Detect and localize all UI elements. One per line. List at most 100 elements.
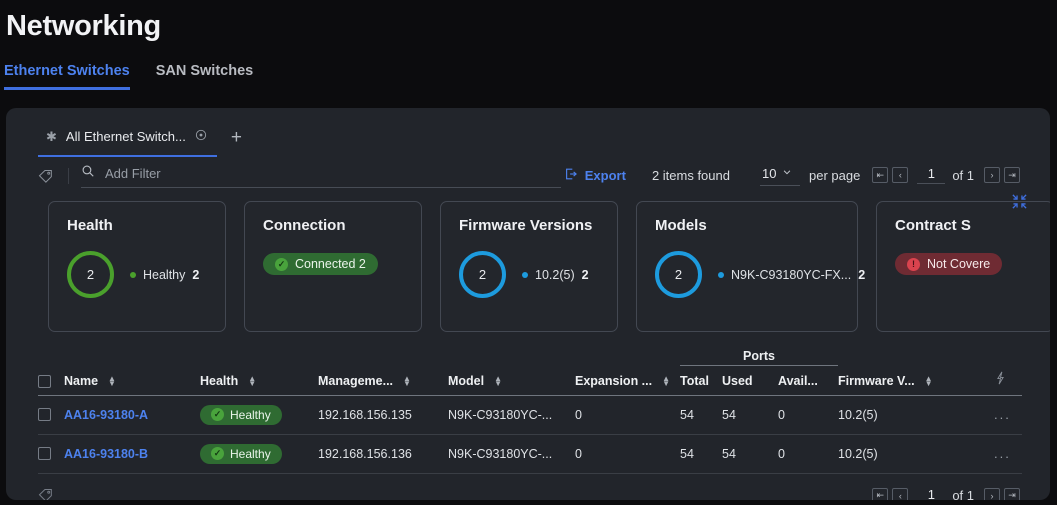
row-ports-avail-cell: 0 — [778, 434, 838, 473]
add-view-button[interactable]: + — [217, 131, 252, 153]
column-health[interactable]: Health ▲▼ — [200, 366, 318, 396]
last-page-button[interactable]: ⇥ — [1004, 488, 1020, 501]
prev-page-button[interactable]: ‹ — [892, 167, 908, 183]
card-connection-badge[interactable]: ✓ Connected 2 — [263, 253, 378, 275]
row-ports-total-cell: 54 — [680, 395, 722, 434]
page-number-input[interactable]: 1 — [917, 166, 945, 184]
select-all-header — [38, 366, 64, 396]
card-contract-badge[interactable]: ! Not Covere — [895, 253, 1002, 275]
row-name-cell: AA16-93180-A — [64, 395, 200, 434]
card-models-donut: 2 — [655, 251, 702, 298]
toolbar: Export 2 items found 10 per page ⇤ ‹ 1 o… — [6, 154, 1050, 188]
sort-icon[interactable]: ▲▼ — [494, 376, 502, 386]
card-contract-title: Contract S — [895, 217, 1050, 234]
column-model[interactable]: Model ▲▼ — [448, 366, 575, 396]
items-found-count: 2 items found — [652, 168, 730, 183]
per-page-select[interactable]: 10 — [760, 164, 800, 186]
row-ports-total-cell: 54 — [680, 434, 722, 473]
switch-name-link[interactable]: AA16-93180-A — [64, 408, 148, 422]
search-icon — [81, 164, 95, 183]
column-name[interactable]: Name ▲▼ — [64, 366, 200, 396]
card-contract-status[interactable]: Contract S ! Not Covere — [876, 201, 1050, 332]
card-models-legend-count: 2 — [858, 268, 865, 282]
page-total-label: of 1 — [952, 168, 974, 183]
tab-ethernet-switches[interactable]: Ethernet Switches — [4, 63, 130, 90]
row-ports-used-cell: 54 — [722, 434, 778, 473]
column-firmware-label: Firmware V... — [838, 374, 915, 388]
sort-icon[interactable]: ▲▼ — [108, 376, 116, 386]
search-field[interactable] — [81, 164, 561, 188]
table-header-row: Name ▲▼ Health ▲▼ Manageme... ▲▼ Model ▲… — [38, 366, 1022, 396]
sort-icon[interactable]: ▲▼ — [248, 376, 256, 386]
tab-san-switches[interactable]: SAN Switches — [156, 63, 254, 90]
chevron-down-icon — [782, 164, 792, 182]
column-management[interactable]: Manageme... ▲▼ — [318, 366, 448, 396]
card-models-legend-label: N9K-C93180YC-FX... — [731, 268, 851, 282]
row-actions-menu[interactable]: ... — [994, 446, 1011, 461]
table-body: AA16-93180-A ✓ Healthy 192.168.156.135 N… — [38, 395, 1022, 473]
switch-name-link[interactable]: AA16-93180-B — [64, 447, 148, 461]
row-ports-used-cell: 54 — [722, 395, 778, 434]
check-circle-icon: ✓ — [211, 447, 224, 460]
column-model-label: Model — [448, 374, 484, 388]
row-expansion-cell: 0 — [575, 434, 680, 473]
panel-footer: ⇤ ‹ 1 of 1 › ⇥ — [6, 474, 1050, 501]
column-ports-avail[interactable]: Avail... — [778, 366, 838, 396]
export-button[interactable]: Export — [564, 167, 626, 184]
last-page-button[interactable]: ⇥ — [1004, 167, 1020, 183]
row-name-cell: AA16-93180-B — [64, 434, 200, 473]
table-group-header-row: Ports — [38, 344, 1022, 366]
card-health-legend-count: 2 — [192, 268, 199, 282]
card-health-body: 2 Healthy 2 — [67, 251, 225, 298]
row-management-cell: 192.168.156.135 — [318, 395, 448, 434]
view-tab-bar: ✱ All Ethernet Switch... + — [6, 108, 1050, 154]
card-firmware-legend-label: 10.2(5) — [535, 268, 575, 282]
card-firmware-donut: 2 — [459, 251, 506, 298]
card-firmware-versions[interactable]: Firmware Versions 2 10.2(5) 2 — [440, 201, 618, 332]
content-panel: ✱ All Ethernet Switch... + Export — [6, 108, 1050, 500]
card-connection[interactable]: Connection ✓ Connected 2 — [244, 201, 422, 332]
card-firmware-title: Firmware Versions — [459, 217, 617, 234]
card-health-legend-label: Healthy — [143, 268, 185, 282]
view-tab-label: All Ethernet Switch... — [66, 129, 186, 144]
search-input[interactable] — [105, 166, 561, 181]
sort-icon[interactable]: ▲▼ — [925, 376, 933, 386]
column-expansion-label: Expansion ... — [575, 374, 652, 388]
tag-icon[interactable] — [38, 166, 60, 186]
select-all-checkbox[interactable] — [38, 375, 51, 388]
check-circle-icon: ✓ — [275, 258, 288, 271]
row-actions-menu[interactable]: ... — [994, 407, 1011, 422]
sort-icon[interactable]: ▲▼ — [403, 376, 411, 386]
prev-page-button[interactable]: ‹ — [892, 488, 908, 501]
column-firmware[interactable]: Firmware V... ▲▼ — [838, 366, 994, 396]
column-ports-total[interactable]: Total — [680, 366, 722, 396]
row-ports-avail-cell: 0 — [778, 395, 838, 434]
card-contract-badge-label: Not Covere — [927, 257, 990, 271]
sort-icon[interactable]: ▲▼ — [662, 376, 670, 386]
switch-table-element: Ports Name ▲▼ Health ▲▼ — [38, 344, 1022, 474]
column-name-label: Name — [64, 374, 98, 388]
status-badge: ✓ Healthy — [200, 444, 282, 464]
tag-icon[interactable] — [38, 486, 60, 501]
collapse-icon[interactable] — [1011, 193, 1028, 215]
next-page-button[interactable]: › — [984, 167, 1000, 183]
view-tab-all-ethernet-switches[interactable]: ✱ All Ethernet Switch... — [38, 128, 217, 157]
table-row[interactable]: AA16-93180-B ✓ Healthy 192.168.156.136 N… — [38, 434, 1022, 473]
column-expansion[interactable]: Expansion ... ▲▼ — [575, 366, 680, 396]
legend-dot-icon — [522, 272, 528, 278]
gear-icon[interactable] — [195, 128, 207, 146]
table-row[interactable]: AA16-93180-A ✓ Healthy 192.168.156.135 N… — [38, 395, 1022, 434]
page-number-input[interactable]: 1 — [917, 487, 945, 501]
next-page-button[interactable]: › — [984, 488, 1000, 501]
card-health[interactable]: Health 2 Healthy 2 — [48, 201, 226, 332]
card-models[interactable]: Models 2 N9K-C93180YC-FX... 2 — [636, 201, 858, 332]
column-ports-used[interactable]: Used — [722, 366, 778, 396]
row-checkbox[interactable] — [38, 447, 51, 460]
page-total-label: of 1 — [952, 488, 974, 500]
first-page-button[interactable]: ⇤ — [872, 167, 888, 183]
row-checkbox[interactable] — [38, 408, 51, 421]
first-page-button[interactable]: ⇤ — [872, 488, 888, 501]
row-model-cell: N9K-C93180YC-... — [448, 434, 575, 473]
column-management-label: Manageme... — [318, 374, 393, 388]
lightning-icon[interactable] — [994, 374, 1007, 388]
